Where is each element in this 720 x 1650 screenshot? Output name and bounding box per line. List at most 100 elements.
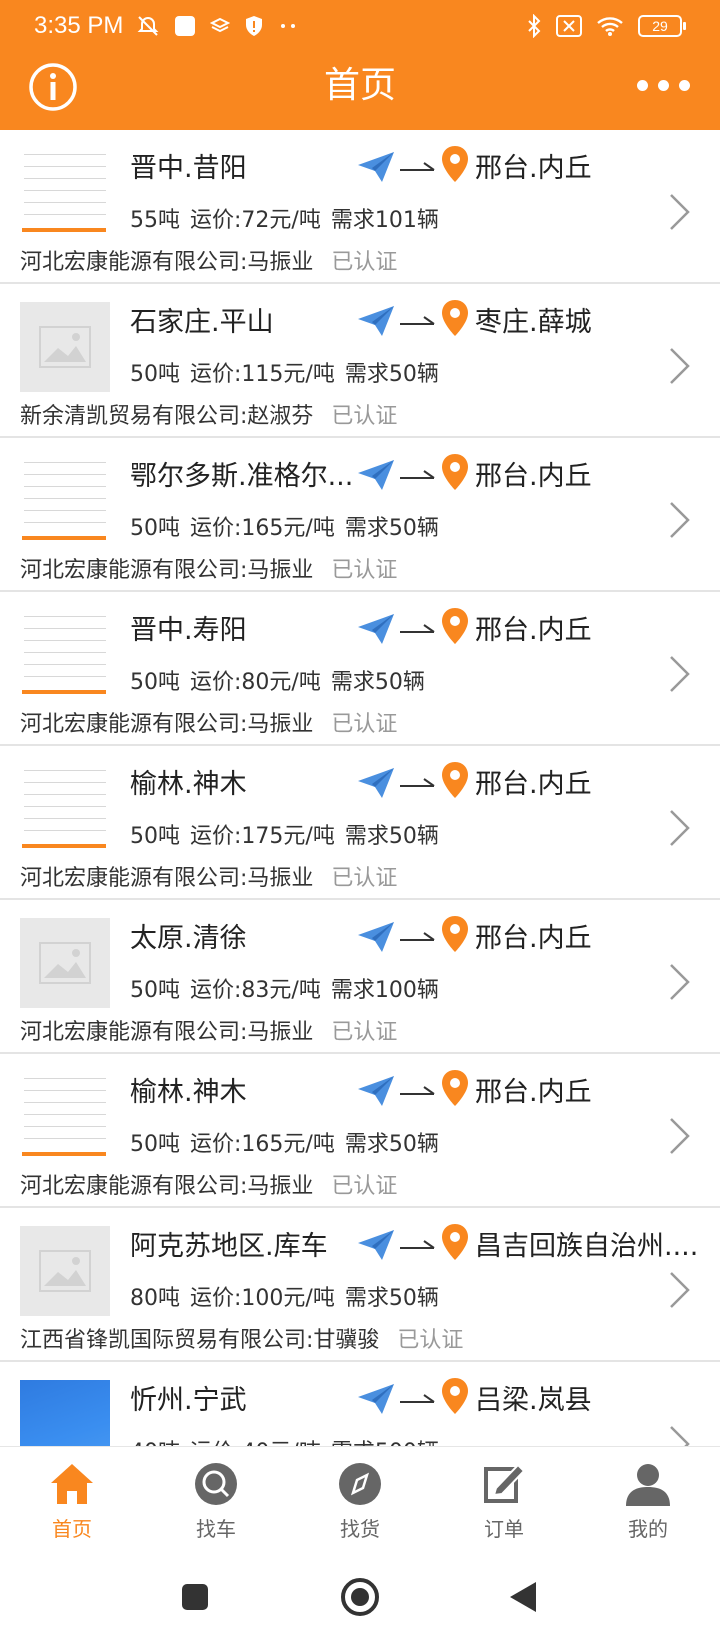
route-arrow-icon bbox=[400, 932, 435, 941]
more-options-icon[interactable] bbox=[637, 80, 690, 91]
chevron-right-icon[interactable] bbox=[668, 1270, 692, 1310]
origin-label: 鄂尔多斯.准格尔... bbox=[130, 461, 354, 492]
spec-weight: 50吨 bbox=[130, 1132, 180, 1157]
destination-label: 吕梁.岚县 bbox=[475, 1385, 592, 1416]
verified-badge: 已认证 bbox=[331, 1174, 398, 1199]
list-item[interactable]: 鄂尔多斯.准格尔... 邢台.内丘 50吨 运价:165元/吨 需求50辆 河北宏康能源有… bbox=[0, 438, 720, 592]
recents-icon[interactable] bbox=[180, 1582, 210, 1612]
chevron-right-icon[interactable] bbox=[668, 192, 692, 232]
chevron-right-icon[interactable] bbox=[668, 500, 692, 540]
chevron-right-icon[interactable] bbox=[668, 962, 692, 1002]
spec-price: 运价:100元/吨 bbox=[190, 1286, 335, 1311]
spec-demand: 需求50辆 bbox=[344, 1132, 439, 1157]
mute-icon bbox=[137, 16, 159, 36]
route-arrow-icon bbox=[400, 162, 435, 171]
item-thumbnail bbox=[20, 918, 110, 1008]
chevron-right-icon[interactable] bbox=[668, 1424, 692, 1446]
list-item[interactable]: 榆林.神木 邢台.内丘 50吨 运价:175元/吨 需求50辆河北宏康能源有限公司:马振… bbox=[0, 746, 720, 900]
cargo-specs: 50吨 运价:165元/吨 需求50辆 bbox=[130, 1126, 449, 1158]
search-truck-icon bbox=[195, 1463, 237, 1505]
spec-weight: 50吨 bbox=[130, 978, 180, 1003]
route-arrow-icon bbox=[400, 316, 435, 325]
nav-item-search-truck[interactable]: 找车 bbox=[144, 1447, 288, 1556]
chevron-right-icon[interactable] bbox=[668, 1116, 692, 1156]
company-row: 江西省锋凯国际贸易有限公司:甘骥骏 已认证 bbox=[20, 1322, 463, 1354]
chevron-right-icon[interactable] bbox=[668, 346, 692, 386]
document-preview bbox=[24, 770, 106, 842]
spec-weight: 50吨 bbox=[130, 824, 180, 849]
nav-label: 找货 bbox=[340, 1517, 380, 1541]
status-time: 3:35 PM bbox=[34, 12, 124, 39]
verified-badge: 已认证 bbox=[331, 558, 398, 583]
spec-demand: 需求50辆 bbox=[344, 516, 439, 541]
list-item[interactable]: 石家庄.平山 枣庄.薛城 50吨 运价:115元/吨 需求50辆 新余清凯贸易有限公司:赵… bbox=[0, 284, 720, 438]
nav-item-home[interactable]: 首页 bbox=[0, 1447, 144, 1556]
spec-price: 运价:72元/吨 bbox=[190, 208, 321, 233]
paper-plane-icon bbox=[358, 922, 394, 952]
no-sim-icon bbox=[556, 15, 582, 37]
spec-price: 运价:80元/吨 bbox=[190, 670, 321, 695]
user-icon bbox=[626, 1464, 670, 1506]
list-item[interactable]: 晋中.昔阳 邢台.内丘 55吨 运价:72元/吨 需求101辆 河北宏康能源有限公司:马振… bbox=[0, 130, 720, 284]
cargo-specs: 80吨 运价:100元/吨 需求50辆 bbox=[130, 1280, 449, 1312]
list-item[interactable]: 忻州.宁武 吕梁.岚县 40吨运价:40元/吨需求500辆 bbox=[0, 1362, 720, 1446]
spec-price: 运价:115元/吨 bbox=[190, 362, 335, 387]
more-notifications-icon bbox=[281, 24, 295, 28]
notification-icons bbox=[136, 14, 298, 38]
company-row: 新余清凯贸易有限公司:赵淑芬 已认证 bbox=[20, 398, 397, 430]
route: 晋中.寿阳 邢台.内丘 bbox=[130, 604, 690, 648]
list-item[interactable]: 太原.清徐 邢台.内丘 50吨 运价:83元/吨 需求100辆 河北宏康能源有限公司:马振… bbox=[0, 900, 720, 1054]
system-nav-bar bbox=[0, 1556, 720, 1650]
company-name: 河北宏康能源有限公司:马振业 bbox=[20, 1020, 314, 1045]
nav-item-edit-order[interactable]: 订单 bbox=[432, 1447, 576, 1556]
app-icon bbox=[175, 16, 195, 36]
spec-demand: 需求50辆 bbox=[344, 824, 439, 849]
verified-badge: 已认证 bbox=[331, 250, 398, 275]
company-name: 河北宏康能源有限公司:马振业 bbox=[20, 250, 314, 275]
spec-weight: 50吨 bbox=[130, 670, 180, 695]
nav-item-user[interactable]: 我的 bbox=[576, 1447, 720, 1556]
chevron-right-icon[interactable] bbox=[668, 808, 692, 848]
back-icon[interactable] bbox=[508, 1580, 538, 1614]
destination-label: 邢台.内丘 bbox=[475, 769, 592, 800]
spec-weight: 50吨 bbox=[130, 516, 180, 541]
item-thumbnail bbox=[20, 764, 110, 854]
spec-demand: 需求50辆 bbox=[330, 670, 425, 695]
spec-weight: 80吨 bbox=[130, 1286, 180, 1311]
location-pin-icon bbox=[442, 454, 468, 490]
spec-price: 运价:175元/吨 bbox=[190, 824, 335, 849]
spec-demand: 需求101辆 bbox=[330, 208, 439, 233]
company-row: 河北宏康能源有限公司:马振业 已认证 bbox=[20, 860, 397, 892]
origin-label: 晋中.昔阳 bbox=[130, 153, 247, 184]
bluetooth-icon bbox=[528, 14, 541, 38]
origin-label: 榆林.神木 bbox=[130, 1077, 247, 1108]
list-item[interactable]: 阿克苏地区.库车 昌吉回族自治州.... 80吨 运价:100元/吨 需求50辆 江西省锋… bbox=[0, 1208, 720, 1362]
destination-label: 邢台.内丘 bbox=[475, 615, 592, 646]
destination-label: 邢台.内丘 bbox=[475, 923, 592, 954]
nav-label: 找车 bbox=[196, 1517, 236, 1541]
route: 晋中.昔阳 邢台.内丘 bbox=[130, 142, 690, 186]
origin-label: 石家庄.平山 bbox=[130, 307, 274, 338]
origin-label: 阿克苏地区.库车 bbox=[130, 1231, 328, 1262]
spec-weight: 55吨 bbox=[130, 208, 180, 233]
cargo-specs: 55吨 运价:72元/吨 需求101辆 bbox=[130, 202, 449, 234]
company-name: 河北宏康能源有限公司:马振业 bbox=[20, 558, 314, 583]
location-pin-icon bbox=[442, 608, 468, 644]
company-row: 河北宏康能源有限公司:马振业 已认证 bbox=[20, 1014, 397, 1046]
route: 忻州.宁武 吕梁.岚县 bbox=[130, 1374, 690, 1418]
item-thumbnail bbox=[20, 1226, 110, 1316]
nav-item-compass[interactable]: 找货 bbox=[288, 1447, 432, 1556]
home-button-icon[interactable] bbox=[339, 1576, 381, 1618]
origin-label: 榆林.神木 bbox=[130, 769, 247, 800]
list-item[interactable]: 晋中.寿阳 邢台.内丘 50吨 运价:80元/吨 需求50辆 河北宏康能源有限公司:马振业… bbox=[0, 592, 720, 746]
paper-plane-icon bbox=[358, 152, 394, 182]
chevron-right-icon[interactable] bbox=[668, 654, 692, 694]
item-thumbnail bbox=[20, 302, 110, 392]
wifi-icon bbox=[597, 17, 623, 36]
paper-plane-icon bbox=[358, 768, 394, 798]
location-pin-icon bbox=[442, 762, 468, 798]
location-pin-icon bbox=[442, 916, 468, 952]
list-item[interactable]: 榆林.神木 邢台.内丘 50吨 运价:165元/吨 需求50辆 河北宏康能源有限公司:马振… bbox=[0, 1054, 720, 1208]
item-thumbnail bbox=[20, 148, 110, 238]
document-preview bbox=[24, 616, 106, 688]
